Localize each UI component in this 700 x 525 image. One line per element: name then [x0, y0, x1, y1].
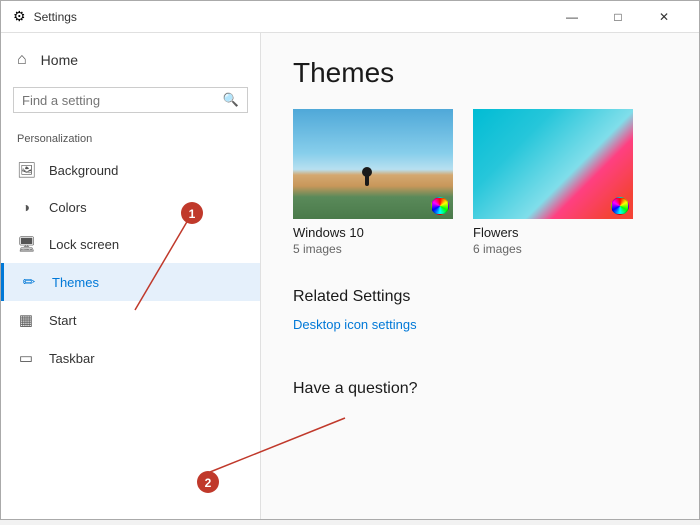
desktop-icon-settings-link[interactable]: Desktop icon settings — [293, 317, 417, 332]
sidebar-item-home[interactable]: ⌂ Home — [1, 41, 260, 79]
title-bar: ⚙ Settings — □ ✕ — [1, 1, 699, 33]
search-input[interactable] — [22, 93, 217, 108]
sidebar-item-start[interactable]: ▦ Start — [1, 301, 260, 339]
taskbar-icon: ▭ — [17, 349, 35, 367]
close-button[interactable]: ✕ — [641, 1, 687, 33]
nav-label-themes: Themes — [52, 275, 99, 290]
sidebar-item-colors[interactable]: ◑ Colors — [1, 189, 260, 225]
themes-icon: ✏ — [20, 273, 38, 291]
theme-thumbnail-windows10 — [293, 109, 453, 219]
home-icon: ⌂ — [17, 51, 27, 69]
question-title: Have a question? — [293, 380, 667, 398]
nav-label-lock-screen: Lock screen — [49, 237, 119, 252]
sidebar-item-lock-screen[interactable]: 🖥 Lock screen — [1, 225, 260, 263]
home-label: Home — [41, 52, 78, 68]
main-content: Themes Windows 10 5 images — [261, 33, 699, 519]
colors-icon: ◑ — [17, 199, 35, 215]
section-label: Personalization — [1, 121, 260, 151]
sidebar-item-themes[interactable]: ✏ Themes — [1, 263, 260, 301]
themes-grid: Windows 10 5 images Flowers 6 images — [293, 109, 667, 256]
window-title: Settings — [34, 10, 77, 24]
lock-screen-icon: 🖥 — [17, 235, 35, 253]
sidebar-item-background[interactable]: 🖼 Background — [1, 151, 260, 189]
nav-label-start: Start — [49, 313, 76, 328]
theme-name-windows10: Windows 10 — [293, 225, 453, 240]
sidebar: ⌂ Home 🔍 Personalization 🖼 Background ◑ — [1, 33, 261, 519]
nav-label-background: Background — [49, 163, 118, 178]
search-icon: 🔍 — [223, 92, 239, 108]
sidebar-item-taskbar[interactable]: ▭ Taskbar — [1, 339, 260, 377]
question-section: Have a question? — [293, 380, 667, 398]
theme-card-flowers[interactable]: Flowers 6 images — [473, 109, 633, 256]
related-settings-section: Related Settings Desktop icon settings — [293, 288, 667, 356]
theme-count-windows10: 5 images — [293, 242, 453, 256]
maximize-button[interactable]: □ — [595, 1, 641, 33]
start-icon: ▦ — [17, 311, 35, 329]
related-settings-title: Related Settings — [293, 288, 667, 306]
theme-name-flowers: Flowers — [473, 225, 633, 240]
beach-figure — [365, 172, 369, 186]
theme-thumbnail-flowers — [473, 109, 633, 219]
theme-card-windows10[interactable]: Windows 10 5 images — [293, 109, 453, 256]
search-box[interactable]: 🔍 — [13, 87, 248, 113]
page-title: Themes — [293, 57, 667, 89]
settings-icon: ⚙ — [13, 8, 26, 25]
color-wheel-flowers — [611, 197, 629, 215]
background-icon: 🖼 — [17, 161, 35, 179]
minimize-button[interactable]: — — [549, 1, 595, 33]
window-controls: — □ ✕ — [549, 1, 687, 33]
nav-label-colors: Colors — [49, 200, 87, 215]
theme-count-flowers: 6 images — [473, 242, 633, 256]
nav-label-taskbar: Taskbar — [49, 351, 95, 366]
color-wheel-win10 — [431, 197, 449, 215]
